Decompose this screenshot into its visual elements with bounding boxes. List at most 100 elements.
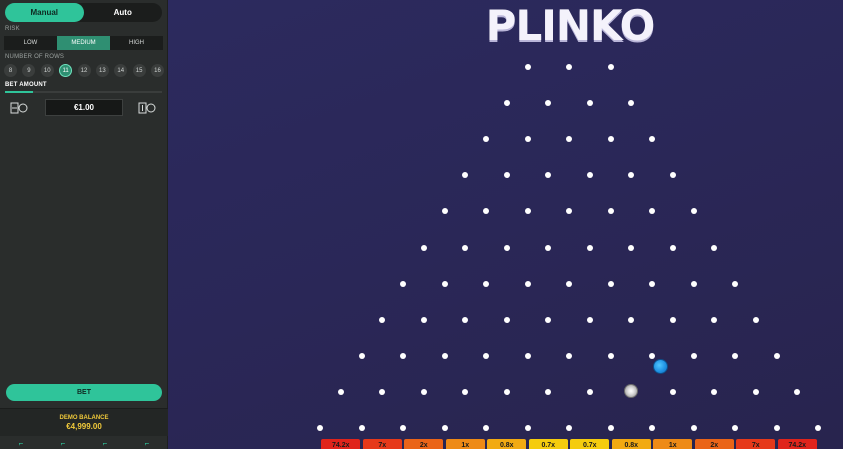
balance-value: €4,999.00 <box>66 421 102 431</box>
peg <box>607 280 614 287</box>
toolbar-icon-2[interactable]: ⌐ <box>61 439 66 449</box>
peg <box>752 316 759 323</box>
peg <box>503 388 510 395</box>
rows-option-9[interactable]: 9 <box>22 64 36 77</box>
peg <box>524 64 531 70</box>
multiplier-bucket: 0.8x <box>611 439 651 449</box>
peg <box>649 425 655 431</box>
peg <box>358 352 365 359</box>
multiplier-bucket: 0.8x <box>487 439 527 449</box>
peg <box>524 280 531 287</box>
multiplier-bucket: 0.7x <box>570 439 610 449</box>
peg <box>441 208 448 215</box>
peg <box>628 244 635 251</box>
peg <box>379 316 386 323</box>
peg <box>732 280 738 287</box>
peg <box>483 280 489 287</box>
rows-option-11[interactable]: 11 <box>59 64 73 77</box>
multiplier-bucket: 1x <box>653 439 693 449</box>
manual-mode-button[interactable]: Manual <box>5 3 84 22</box>
peg <box>524 425 531 431</box>
coin-minus-icon-svg <box>10 102 28 114</box>
peg <box>524 136 531 143</box>
peg <box>690 425 697 431</box>
bet-amount-label: BET AMOUNT <box>5 82 47 88</box>
bet-button[interactable]: BET <box>6 384 162 401</box>
peg <box>524 352 531 359</box>
peg <box>649 352 655 359</box>
coin-plus-icon-svg <box>138 102 156 114</box>
plinko-board <box>168 0 843 449</box>
peg <box>752 388 759 395</box>
rows-option-16[interactable]: 16 <box>151 64 164 77</box>
peg <box>524 208 531 215</box>
rows-label: NUMBER OF ROWS <box>5 54 65 60</box>
bet-amount-input[interactable]: €1.00 <box>45 99 123 116</box>
peg <box>566 425 572 431</box>
peg <box>317 425 323 431</box>
demo-balance: DEMO BALANCE €4,999.00 <box>0 408 168 436</box>
rows-option-14[interactable]: 14 <box>114 64 128 77</box>
toolbar-icon-1[interactable]: ⌐ <box>19 439 24 449</box>
multiplier-bucket: 7x <box>362 439 402 449</box>
peg <box>483 352 489 359</box>
rows-option-8[interactable]: 8 <box>4 64 17 77</box>
peg <box>628 316 635 323</box>
coin-minus-icon[interactable] <box>10 101 28 115</box>
peg <box>420 244 427 251</box>
risk-selector: LOW MEDIUM HIGH <box>4 36 163 50</box>
peg <box>545 316 552 323</box>
peg <box>545 244 552 251</box>
peg <box>441 352 448 359</box>
peg <box>441 280 448 287</box>
peg <box>337 388 344 395</box>
balance-label: DEMO BALANCE <box>59 414 109 421</box>
peg <box>586 388 593 395</box>
peg <box>607 425 614 431</box>
toolbar-icon-4[interactable]: ⌐ <box>145 439 150 449</box>
peg <box>462 244 469 251</box>
peg <box>566 352 572 359</box>
multiplier-bucket: 0.7x <box>528 439 568 449</box>
peg <box>711 316 718 323</box>
peg <box>462 316 469 323</box>
risk-low-button[interactable]: LOW <box>4 36 57 50</box>
peg <box>483 425 489 431</box>
peg <box>607 136 614 143</box>
peg <box>732 425 738 431</box>
peg <box>690 352 697 359</box>
risk-label: RISK <box>5 26 20 32</box>
peg <box>669 316 676 323</box>
peg <box>711 244 718 251</box>
toolbar-icon-3[interactable]: ⌐ <box>103 439 108 449</box>
peg <box>400 352 406 359</box>
risk-medium-button[interactable]: MEDIUM <box>57 36 110 50</box>
peg <box>669 244 676 251</box>
bet-label-underline <box>5 91 33 93</box>
risk-high-button[interactable]: HIGH <box>110 36 163 50</box>
rows-option-15[interactable]: 15 <box>132 64 146 77</box>
rows-option-12[interactable]: 12 <box>77 64 91 77</box>
rows-option-10[interactable]: 10 <box>40 64 54 77</box>
peg <box>441 425 448 431</box>
peg <box>420 316 427 323</box>
peg <box>773 352 780 359</box>
rows-option-13[interactable]: 13 <box>95 64 109 77</box>
falling-ball-white <box>624 384 638 398</box>
peg <box>649 280 655 287</box>
bottom-toolbar: ⌐ ⌐ ⌐ ⌐ <box>0 439 168 449</box>
coin-plus-icon[interactable] <box>138 101 156 115</box>
auto-mode-button[interactable]: Auto <box>84 3 163 22</box>
peg <box>607 352 614 359</box>
peg <box>607 64 614 70</box>
peg <box>566 280 572 287</box>
peg <box>420 388 427 395</box>
peg <box>358 425 365 431</box>
peg <box>690 280 697 287</box>
mode-toggle: Manual Auto <box>5 3 162 22</box>
multiplier-bucket: 2x <box>404 439 444 449</box>
peg <box>566 64 572 70</box>
peg <box>815 425 821 431</box>
peg <box>400 425 406 431</box>
peg <box>586 316 593 323</box>
